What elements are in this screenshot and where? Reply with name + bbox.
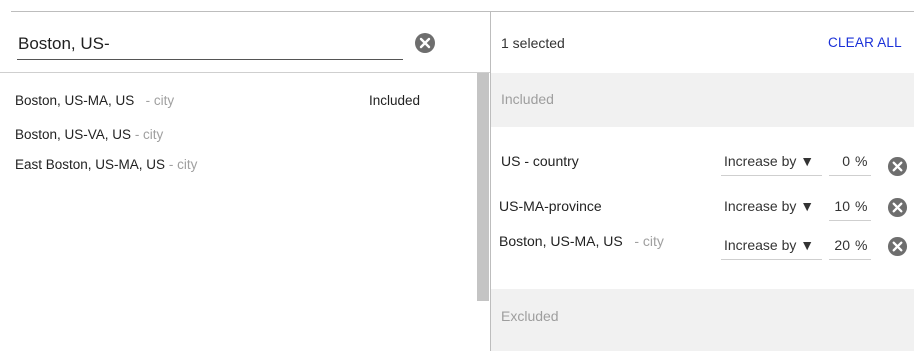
top-border [11,11,914,12]
bid-percent-field[interactable]: 20% [829,237,871,260]
item-type: - city [634,233,664,249]
search-separator [0,72,490,73]
result-name: Boston, US-VA, US [15,127,132,142]
remove-item-icon[interactable] [887,236,908,257]
included-item-name: Boston, US-MA, US - city [499,233,664,249]
remove-item-icon[interactable] [887,197,908,218]
result-status: Included [369,93,421,108]
location-search-input[interactable] [17,29,403,60]
bid-mode-label: Increase by [724,153,797,169]
bid-mode-dropdown[interactable]: Increase by ▼ [721,153,822,176]
bid-unit: % [855,237,868,253]
included-item-name: US - country [501,153,579,169]
search-result-item[interactable]: East Boston, US-MA, US - city [15,157,197,172]
result-type: - city [134,127,164,142]
results-scrollbar[interactable] [477,73,489,301]
bid-mode-label: Increase by [724,198,797,214]
result-name: Boston, US-MA, US [15,93,135,108]
bid-mode-dropdown[interactable]: Increase by ▼ [721,198,822,221]
bid-mode-dropdown[interactable]: Increase by ▼ [721,237,822,260]
bid-mode-label: Increase by [724,237,797,253]
search-result-item[interactable]: Boston, US-MA, US - city [15,93,174,108]
included-section-header: Included [491,73,914,127]
clear-all-button[interactable]: CLEAR ALL [828,35,902,50]
caret-down-icon: ▼ [800,237,815,253]
excluded-label: Excluded [501,308,559,324]
bid-value: 0 [842,153,850,169]
result-name: East Boston, US-MA, US [15,157,166,172]
bid-percent-field[interactable]: 10% [829,198,871,221]
selected-count: 1 selected [501,35,565,51]
included-label: Included [501,91,554,107]
included-item-name: US-MA-province [499,198,602,214]
excluded-section-header: Excluded [491,289,914,351]
caret-down-icon: ▼ [800,153,815,169]
search-result-item[interactable]: Boston, US-VA, US - city [15,127,163,142]
result-type: - city [168,157,198,172]
bid-unit: % [855,153,868,169]
item-name: US - country [501,153,579,169]
remove-item-icon[interactable] [887,156,908,177]
item-name: US-MA-province [499,198,602,214]
bid-value: 10 [834,198,850,214]
result-type: - city [145,93,175,108]
bid-percent-field[interactable]: 0% [829,153,871,176]
item-name: Boston, US-MA, US [499,233,623,249]
caret-down-icon: ▼ [800,198,815,214]
bid-value: 20 [834,237,850,253]
clear-search-icon[interactable] [414,32,436,54]
bid-unit: % [855,198,868,214]
